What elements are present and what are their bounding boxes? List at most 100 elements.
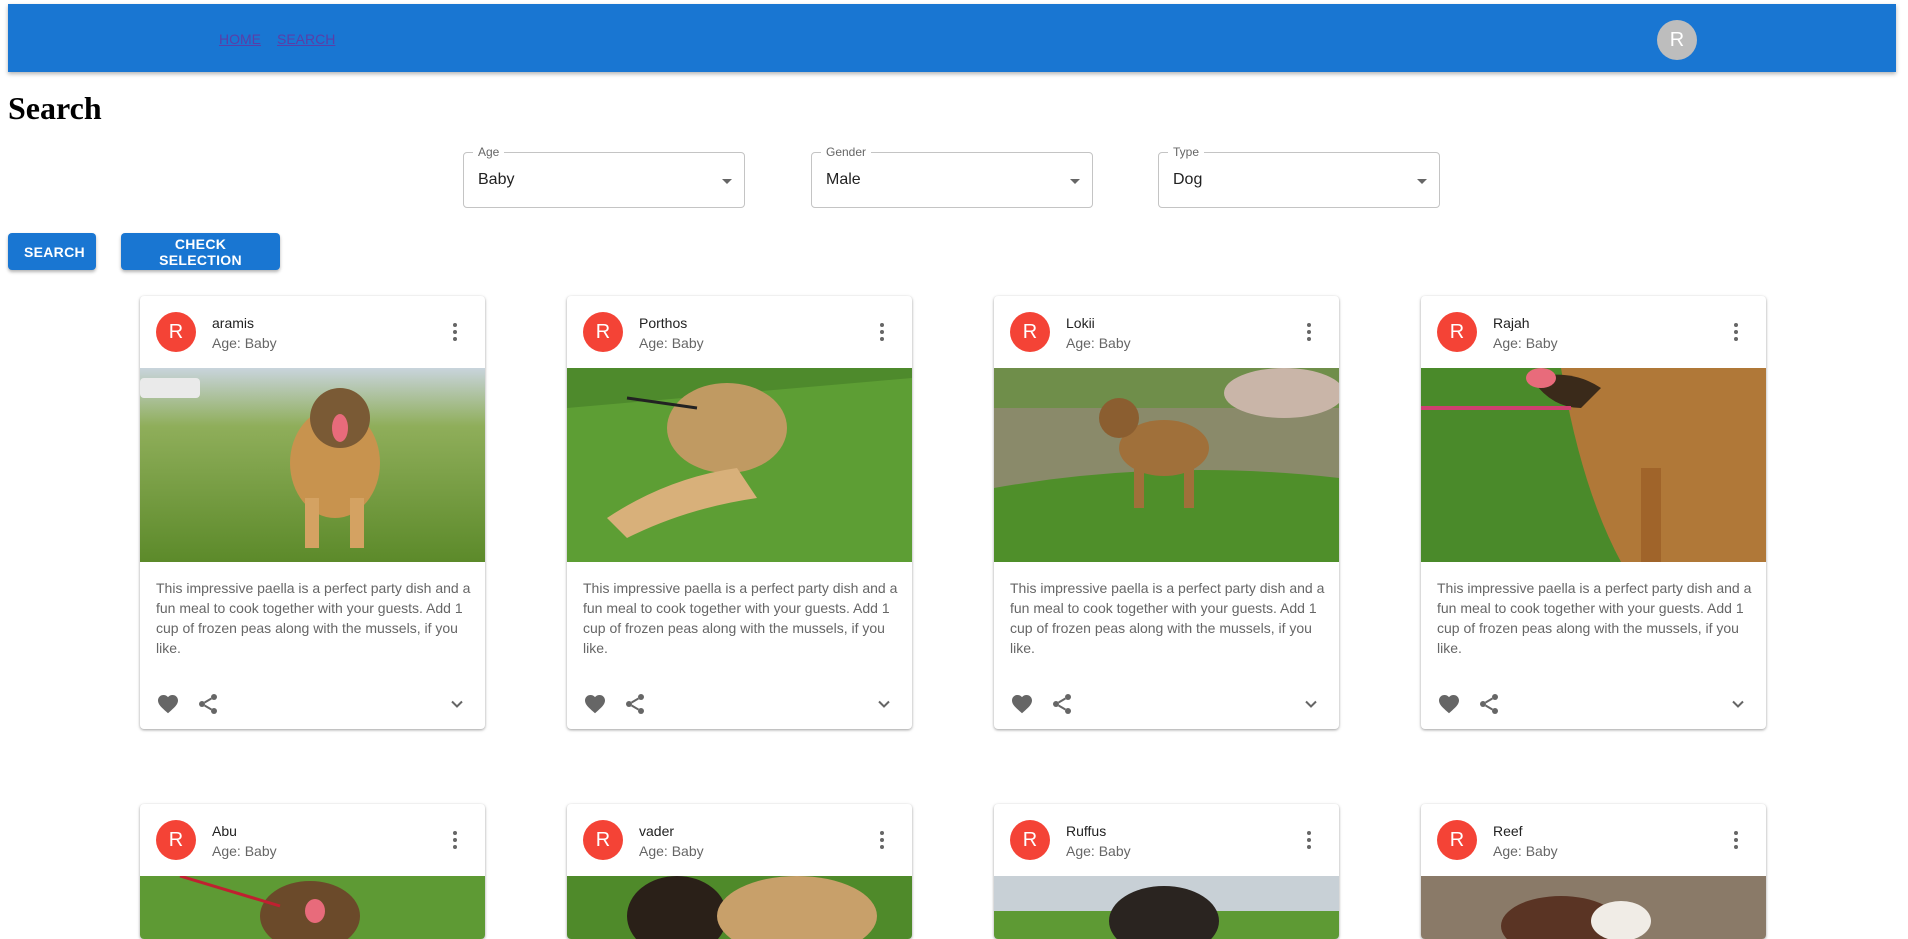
dropdown-arrow-icon [722, 179, 732, 184]
card-avatar: R [583, 312, 623, 352]
more-vert-icon [1724, 320, 1748, 344]
heart-icon [583, 692, 607, 716]
type-select-value: Dog [1173, 171, 1203, 188]
favorite-button[interactable] [1429, 684, 1469, 724]
pet-photo [567, 368, 912, 562]
more-options-button[interactable] [862, 312, 902, 352]
card-title: Porthos [639, 315, 688, 331]
card-description: This impressive paella is a perfect part… [156, 580, 471, 656]
card-title: Reef [1493, 823, 1523, 839]
age-select-value: Baby [478, 171, 515, 188]
nav-home-link[interactable]: HOME [219, 31, 261, 47]
pet-card: R Porthos Age: Baby This impressive pael… [567, 296, 912, 729]
dropdown-arrow-icon [1070, 179, 1080, 184]
more-vert-icon [443, 320, 467, 344]
pet-photo [994, 368, 1339, 562]
pet-photo [567, 876, 912, 939]
share-icon [1477, 692, 1501, 716]
nav-links: HOME SEARCH [219, 31, 335, 47]
card-actions [148, 684, 477, 724]
favorite-button[interactable] [1002, 684, 1042, 724]
card-header: R Porthos Age: Baby [567, 296, 912, 368]
more-options-button[interactable] [435, 312, 475, 352]
card-description: This impressive paella is a perfect part… [1437, 580, 1752, 656]
heart-icon [1010, 692, 1034, 716]
more-options-button[interactable] [1716, 820, 1756, 860]
gender-select[interactable]: Gender Male [811, 145, 1093, 208]
share-button[interactable] [615, 684, 655, 724]
dropdown-arrow-icon [1417, 179, 1427, 184]
more-vert-icon [870, 828, 894, 852]
card-avatar: R [156, 312, 196, 352]
card-subtitle: Age: Baby [639, 335, 704, 351]
age-select[interactable]: Age Baby [463, 145, 745, 208]
more-options-button[interactable] [1289, 820, 1329, 860]
expand-button[interactable] [1718, 684, 1758, 724]
more-options-button[interactable] [1289, 312, 1329, 352]
pet-card: R Abu Age: Baby [140, 804, 485, 939]
more-vert-icon [870, 320, 894, 344]
card-header: R Reef Age: Baby [1421, 804, 1766, 876]
card-avatar: R [1437, 820, 1477, 860]
expand-button[interactable] [437, 684, 477, 724]
expand-button[interactable] [1291, 684, 1331, 724]
chevron-down-icon [445, 692, 469, 716]
share-icon [623, 692, 647, 716]
card-header: R vader Age: Baby [567, 804, 912, 876]
search-button[interactable]: SEARCH [8, 233, 96, 270]
share-button[interactable] [188, 684, 228, 724]
card-actions [1429, 684, 1758, 724]
favorite-button[interactable] [148, 684, 188, 724]
heart-icon [1437, 692, 1461, 716]
card-title: Abu [212, 823, 237, 839]
gender-select-label: Gender [821, 145, 872, 159]
more-vert-icon [1297, 828, 1321, 852]
chevron-down-icon [872, 692, 896, 716]
pet-photo [994, 876, 1339, 939]
card-header: R Ruffus Age: Baby [994, 804, 1339, 876]
gender-select-value: Male [826, 171, 861, 188]
card-subtitle: Age: Baby [1066, 843, 1131, 859]
share-button[interactable] [1042, 684, 1082, 724]
more-vert-icon [1724, 828, 1748, 852]
user-avatar[interactable]: R [1657, 20, 1697, 60]
pet-card: R Rajah Age: Baby This impressive paella… [1421, 296, 1766, 729]
share-button[interactable] [1469, 684, 1509, 724]
card-avatar: R [1437, 312, 1477, 352]
card-avatar: R [1010, 820, 1050, 860]
more-options-button[interactable] [862, 820, 902, 860]
card-subtitle: Age: Baby [639, 843, 704, 859]
card-actions [1002, 684, 1331, 724]
app-bar: HOME SEARCH R [8, 4, 1896, 72]
card-header: R Lokii Age: Baby [994, 296, 1339, 368]
card-title: Rajah [1493, 315, 1530, 331]
share-icon [196, 692, 220, 716]
card-header: R Abu Age: Baby [140, 804, 485, 876]
type-select-label: Type [1168, 145, 1205, 159]
pet-photo [1421, 876, 1766, 939]
card-subtitle: Age: Baby [212, 843, 277, 859]
card-subtitle: Age: Baby [1493, 335, 1558, 351]
pet-card: R aramis Age: Baby This impressive paell… [140, 296, 485, 729]
more-options-button[interactable] [1716, 312, 1756, 352]
card-title: Ruffus [1066, 823, 1107, 839]
card-title: Lokii [1066, 315, 1095, 331]
nav-search-link[interactable]: SEARCH [277, 31, 335, 47]
pet-photo [140, 368, 485, 562]
expand-button[interactable] [864, 684, 904, 724]
pet-card: R Lokii Age: Baby This impressive paella… [994, 296, 1339, 729]
card-avatar: R [1010, 312, 1050, 352]
card-header: R aramis Age: Baby [140, 296, 485, 368]
favorite-button[interactable] [575, 684, 615, 724]
card-header: R Rajah Age: Baby [1421, 296, 1766, 368]
check-selection-button[interactable]: CHECK SELECTION [121, 233, 280, 270]
type-select[interactable]: Type Dog [1158, 145, 1440, 208]
page-title: Search [8, 90, 102, 126]
card-title: vader [639, 823, 675, 839]
chevron-down-icon [1299, 692, 1323, 716]
more-options-button[interactable] [435, 820, 475, 860]
card-subtitle: Age: Baby [1066, 335, 1131, 351]
card-title: aramis [212, 315, 255, 331]
card-subtitle: Age: Baby [1493, 843, 1558, 859]
pet-card: R Ruffus Age: Baby [994, 804, 1339, 939]
